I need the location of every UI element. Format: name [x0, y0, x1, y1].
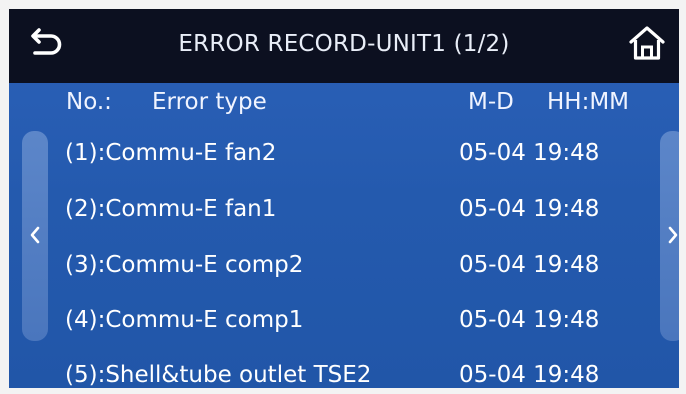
error-datetime: 05-04 19:48 — [459, 140, 600, 166]
error-datetime: 05-04 19:48 — [459, 196, 600, 222]
prev-page-button[interactable] — [22, 131, 48, 341]
back-button[interactable] — [25, 25, 65, 65]
column-header-time: HH:MM — [547, 89, 630, 115]
back-arrow-icon — [31, 28, 62, 55]
error-type: (5):Shell&tube outlet TSE2 — [65, 362, 372, 388]
page-title: ERROR RECORD-UNIT1 (1/2) — [178, 31, 510, 57]
next-page-button[interactable] — [660, 131, 679, 341]
column-header-date: M-D — [468, 89, 514, 115]
list-item: (4):Commu-E comp1 05-04 19:48 — [65, 307, 655, 341]
error-datetime: 05-04 19:48 — [459, 252, 600, 278]
error-type: (3):Commu-E comp2 — [65, 252, 304, 278]
error-datetime: 05-04 19:48 — [459, 307, 600, 333]
error-datetime: 05-04 19:48 — [459, 362, 600, 388]
error-type: (1):Commu-E fan2 — [65, 140, 277, 166]
chevron-left-icon — [30, 226, 40, 244]
error-type: (2):Commu-E fan1 — [65, 196, 277, 222]
list-item: (1):Commu-E fan2 05-04 19:48 — [65, 140, 655, 174]
home-icon — [629, 26, 665, 60]
home-button[interactable] — [627, 23, 667, 65]
title-bar: ERROR RECORD-UNIT1 (1/2) — [9, 9, 679, 83]
error-record-screen: ERROR RECORD-UNIT1 (1/2) No.: Error type… — [9, 9, 679, 388]
list-item: (5):Shell&tube outlet TSE2 05-04 19:48 — [65, 362, 655, 388]
list-item: (3):Commu-E comp2 05-04 19:48 — [65, 252, 655, 286]
chevron-right-icon — [668, 226, 678, 244]
column-header-error-type: Error type — [152, 89, 267, 115]
list-item: (2):Commu-E fan1 05-04 19:48 — [65, 196, 655, 230]
column-header-no: No.: — [66, 89, 112, 115]
error-type: (4):Commu-E comp1 — [65, 307, 304, 333]
